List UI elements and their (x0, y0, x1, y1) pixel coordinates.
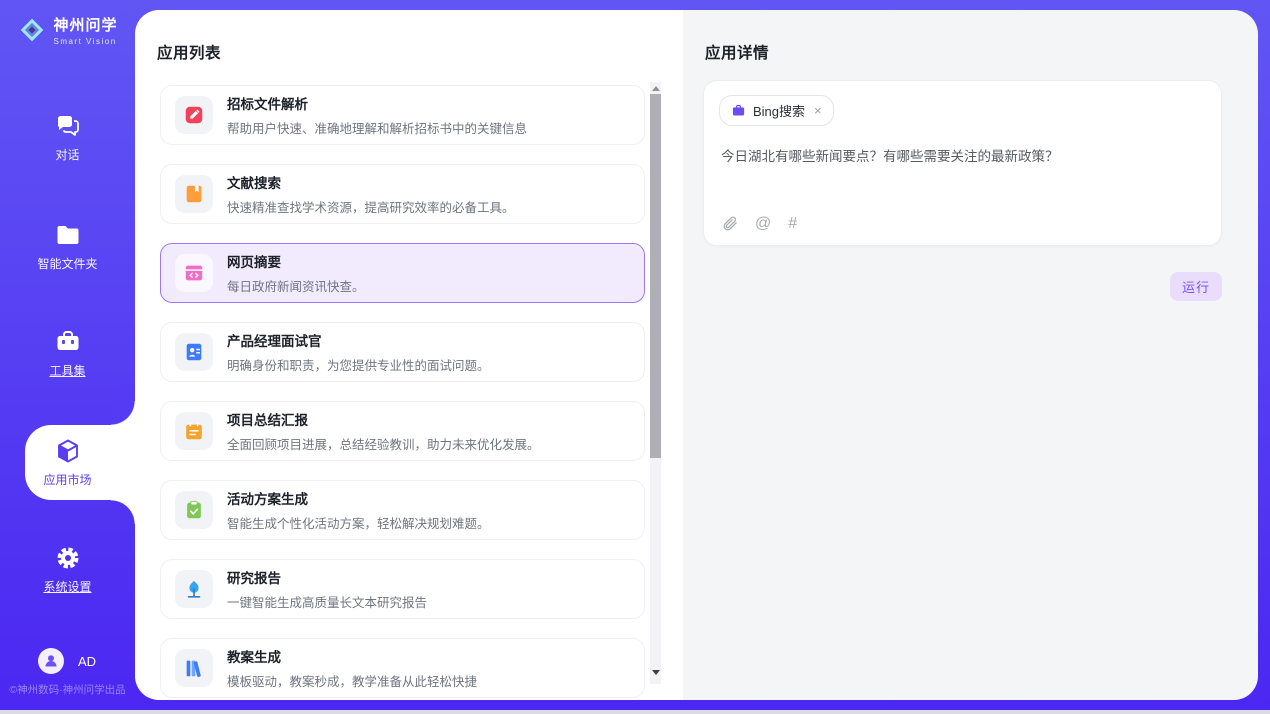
app-title: 文献搜索 (227, 172, 515, 192)
app-list: 招标文件解析 帮助用户快速、准确地理解和解析招标书中的关键信息 文献搜索 快速精… (160, 85, 645, 700)
sidebar-item-app-market[interactable]: 应用市场 (0, 437, 135, 488)
edit-doc-icon (183, 104, 205, 126)
list-item-lesson-plan[interactable]: 教案生成 模板驱动，教案秒成，教学准备从此轻松快捷 (160, 638, 645, 698)
sidebar-item-label: 应用市场 (0, 471, 135, 488)
user-account[interactable]: AD (38, 648, 96, 674)
list-item-literature-search[interactable]: 文献搜索 快速精准查找学术资源，提高研究效率的必备工具。 (160, 164, 645, 224)
prompt-input[interactable]: 今日湖北有哪些新闻要点？有哪些需要关注的最新政策？ (721, 147, 1201, 167)
gear-icon (54, 544, 82, 572)
scrollbar-down-arrow-icon[interactable] (652, 670, 660, 675)
app-icon-container (175, 412, 213, 450)
app-description: 全面回顾项目进展，总结经验教训，助力未来优化发展。 (227, 434, 540, 453)
sidebar-item-label: 系统设置 (0, 578, 135, 595)
app-list-title: 应用列表 (157, 41, 221, 63)
paperclip-icon[interactable] (721, 215, 738, 232)
bottom-edge-strip (0, 710, 1270, 714)
run-button[interactable]: 运行 (1170, 272, 1222, 301)
list-item-web-summary[interactable]: 网页摘要 每日政府新闻资讯快查。 (160, 243, 645, 303)
folder-icon (54, 221, 82, 249)
input-toolbar: @ # (721, 215, 797, 232)
app-description: 明确身份和职责，为您提供专业性的面试问题。 (227, 355, 490, 374)
sidebar-item-smart-folder[interactable]: 智能文件夹 (0, 221, 135, 272)
app-list-panel: 应用列表 招标文件解析 帮助用户快速、准确地理解和解析招标书中的关键信息 (135, 10, 683, 700)
app-description: 智能生成个性化活动方案，轻松解决规划难题。 (227, 513, 490, 532)
sidebar-item-toolset[interactable]: 工具集 (0, 328, 135, 379)
brand-logo: 神州问学 Smart Vision (0, 14, 135, 46)
app-icon-container (175, 570, 213, 608)
tool-tag-bing-search[interactable]: Bing搜索 × (719, 95, 834, 126)
calendar-icon (183, 420, 205, 442)
app-icon-container (175, 491, 213, 529)
avatar (38, 648, 64, 674)
sidebar-item-chat[interactable]: 对话 (0, 112, 135, 163)
app-description: 快速精准查找学术资源，提高研究效率的必备工具。 (227, 197, 515, 216)
list-item-event-plan[interactable]: 活动方案生成 智能生成个性化活动方案，轻松解决规划难题。 (160, 480, 645, 540)
scrollbar-thumb[interactable] (650, 94, 661, 458)
briefcase-icon (731, 103, 746, 118)
app-detail-title: 应用详情 (705, 41, 769, 63)
sidebar: 神州问学 Smart Vision 对话 智能文件夹 工具集 (0, 0, 135, 714)
list-item-bid-doc-parse[interactable]: 招标文件解析 帮助用户快速、准确地理解和解析招标书中的关键信息 (160, 85, 645, 145)
cube-icon (54, 437, 82, 465)
main-content: 应用列表 招标文件解析 帮助用户快速、准确地理解和解析招标书中的关键信息 (135, 10, 1258, 700)
prompt-card: Bing搜索 × 今日湖北有哪些新闻要点？有哪些需要关注的最新政策？ @ # (703, 80, 1222, 246)
tag-label: Bing搜索 (753, 101, 805, 120)
sidebar-item-label: 对话 (0, 146, 135, 163)
toolbox-icon (54, 328, 82, 356)
sidebar-item-settings[interactable]: 系统设置 (0, 544, 135, 595)
app-description: 帮助用户快速、准确地理解和解析招标书中的关键信息 (227, 118, 527, 137)
book-icon (183, 183, 205, 205)
brand-subtitle: Smart Vision (53, 37, 117, 46)
active-nav-notch-bottom (111, 500, 135, 524)
at-icon[interactable]: @ (755, 216, 771, 232)
interview-doc-icon (183, 341, 205, 363)
app-detail-panel: 应用详情 Bing搜索 × 今日湖北有哪些新闻要点？有哪些需要关注的最新政策？ … (683, 10, 1258, 700)
user-name: AD (78, 654, 96, 669)
books-icon (183, 657, 205, 679)
app-description: 一键智能生成高质量长文本研究报告 (227, 592, 427, 611)
app-icon-container (175, 96, 213, 134)
app-title: 项目总结汇报 (227, 409, 540, 429)
app-title: 研究报告 (227, 567, 427, 587)
chat-icon (54, 112, 82, 140)
brand-name: 神州问学 (53, 14, 117, 35)
clipboard-check-icon (183, 499, 205, 521)
person-icon (43, 653, 59, 669)
app-description: 每日政府新闻资讯快查。 (227, 276, 365, 295)
scrollbar-up-arrow-icon[interactable] (652, 86, 660, 91)
app-title: 招标文件解析 (227, 93, 527, 113)
app-title: 活动方案生成 (227, 488, 490, 508)
app-description: 模板驱动，教案秒成，教学准备从此轻松快捷 (227, 671, 477, 690)
list-item-project-summary[interactable]: 项目总结汇报 全面回顾项目进展，总结经验教训，助力未来优化发展。 (160, 401, 645, 461)
diamond-logo-icon (17, 15, 47, 45)
list-item-pm-interviewer[interactable]: 产品经理面试官 明确身份和职责，为您提供专业性的面试问题。 (160, 322, 645, 382)
hash-icon[interactable]: # (788, 216, 797, 232)
close-icon[interactable]: × (814, 103, 822, 118)
list-item-research-report[interactable]: 研究报告 一键智能生成高质量长文本研究报告 (160, 559, 645, 619)
app-title: 教案生成 (227, 646, 477, 666)
app-icon-container (175, 649, 213, 687)
app-title: 网页摘要 (227, 251, 365, 271)
app-icon-container (175, 333, 213, 371)
copyright-text: ©神州数码·神州问学出品 (0, 682, 135, 697)
active-nav-notch-top (111, 401, 135, 425)
research-pen-icon (183, 578, 205, 600)
sidebar-item-label: 工具集 (0, 362, 135, 379)
app-icon-container (175, 175, 213, 213)
browser-code-icon (183, 262, 205, 284)
app-title: 产品经理面试官 (227, 330, 490, 350)
sidebar-item-label: 智能文件夹 (0, 255, 135, 272)
app-icon-container (175, 254, 213, 292)
